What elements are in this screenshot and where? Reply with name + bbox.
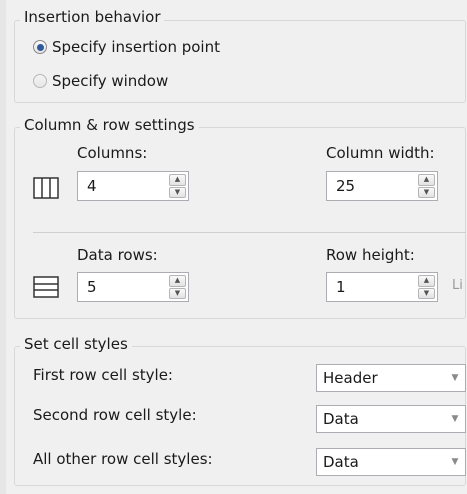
data-rows-input[interactable] (78, 273, 169, 301)
specify-insertion-point-radio[interactable]: Specify insertion point (33, 38, 220, 56)
spin-down-icon[interactable]: ▼ (418, 186, 435, 198)
row-height-stepper[interactable]: ▲ ▼ (326, 272, 438, 302)
rows-icon (33, 276, 59, 298)
columns-icon (33, 177, 59, 199)
radio-selected-icon (33, 40, 47, 54)
column-width-stepper[interactable]: ▲ ▼ (326, 171, 438, 201)
data-rows-stepper[interactable]: ▲ ▼ (77, 272, 189, 302)
second-row-style-label: Second row cell style: (33, 406, 197, 424)
spin-up-icon[interactable]: ▲ (169, 275, 186, 287)
column-row-divider (33, 232, 466, 233)
columns-input[interactable] (78, 172, 169, 200)
chevron-down-icon[interactable]: ▼ (445, 373, 465, 383)
columns-stepper[interactable]: ▲ ▼ (77, 171, 189, 201)
panel-edge (0, 0, 6, 494)
chevron-down-icon[interactable]: ▼ (445, 414, 465, 424)
row-height-unit: Li (452, 278, 463, 293)
specify-window-label: Specify window (52, 72, 169, 90)
column-row-settings-title: Column & row settings (20, 116, 199, 134)
data-rows-label: Data rows: (77, 246, 158, 264)
second-row-style-select[interactable]: Data ▼ (316, 405, 466, 433)
spin-up-icon[interactable]: ▲ (418, 174, 435, 186)
spin-up-icon[interactable]: ▲ (169, 174, 186, 186)
spin-down-icon[interactable]: ▼ (169, 287, 186, 299)
first-row-style-select[interactable]: Header ▼ (316, 364, 466, 392)
specify-window-radio[interactable]: Specify window (33, 72, 168, 90)
second-row-style-value: Data (323, 410, 359, 428)
radio-unselected-icon (33, 74, 47, 88)
insertion-behavior-group (14, 20, 466, 103)
column-width-label: Column width: (326, 144, 435, 162)
first-row-style-value: Header (323, 369, 378, 387)
spin-down-icon[interactable]: ▼ (169, 186, 186, 198)
first-row-style-label: First row cell style: (33, 366, 173, 384)
spin-up-icon[interactable]: ▲ (418, 275, 435, 287)
columns-label: Columns: (77, 144, 148, 162)
row-height-input[interactable] (327, 273, 418, 301)
specify-insertion-point-label: Specify insertion point (52, 38, 220, 56)
insertion-behavior-title: Insertion behavior (20, 8, 165, 26)
chevron-down-icon[interactable]: ▼ (445, 457, 465, 467)
column-width-input[interactable] (327, 172, 418, 200)
spin-down-icon[interactable]: ▼ (418, 287, 435, 299)
other-row-styles-value: Data (323, 453, 359, 471)
cell-styles-title: Set cell styles (20, 335, 132, 353)
other-row-styles-select[interactable]: Data ▼ (316, 448, 466, 476)
row-height-label: Row height: (326, 246, 415, 264)
other-row-styles-label: All other row cell styles: (33, 450, 213, 468)
